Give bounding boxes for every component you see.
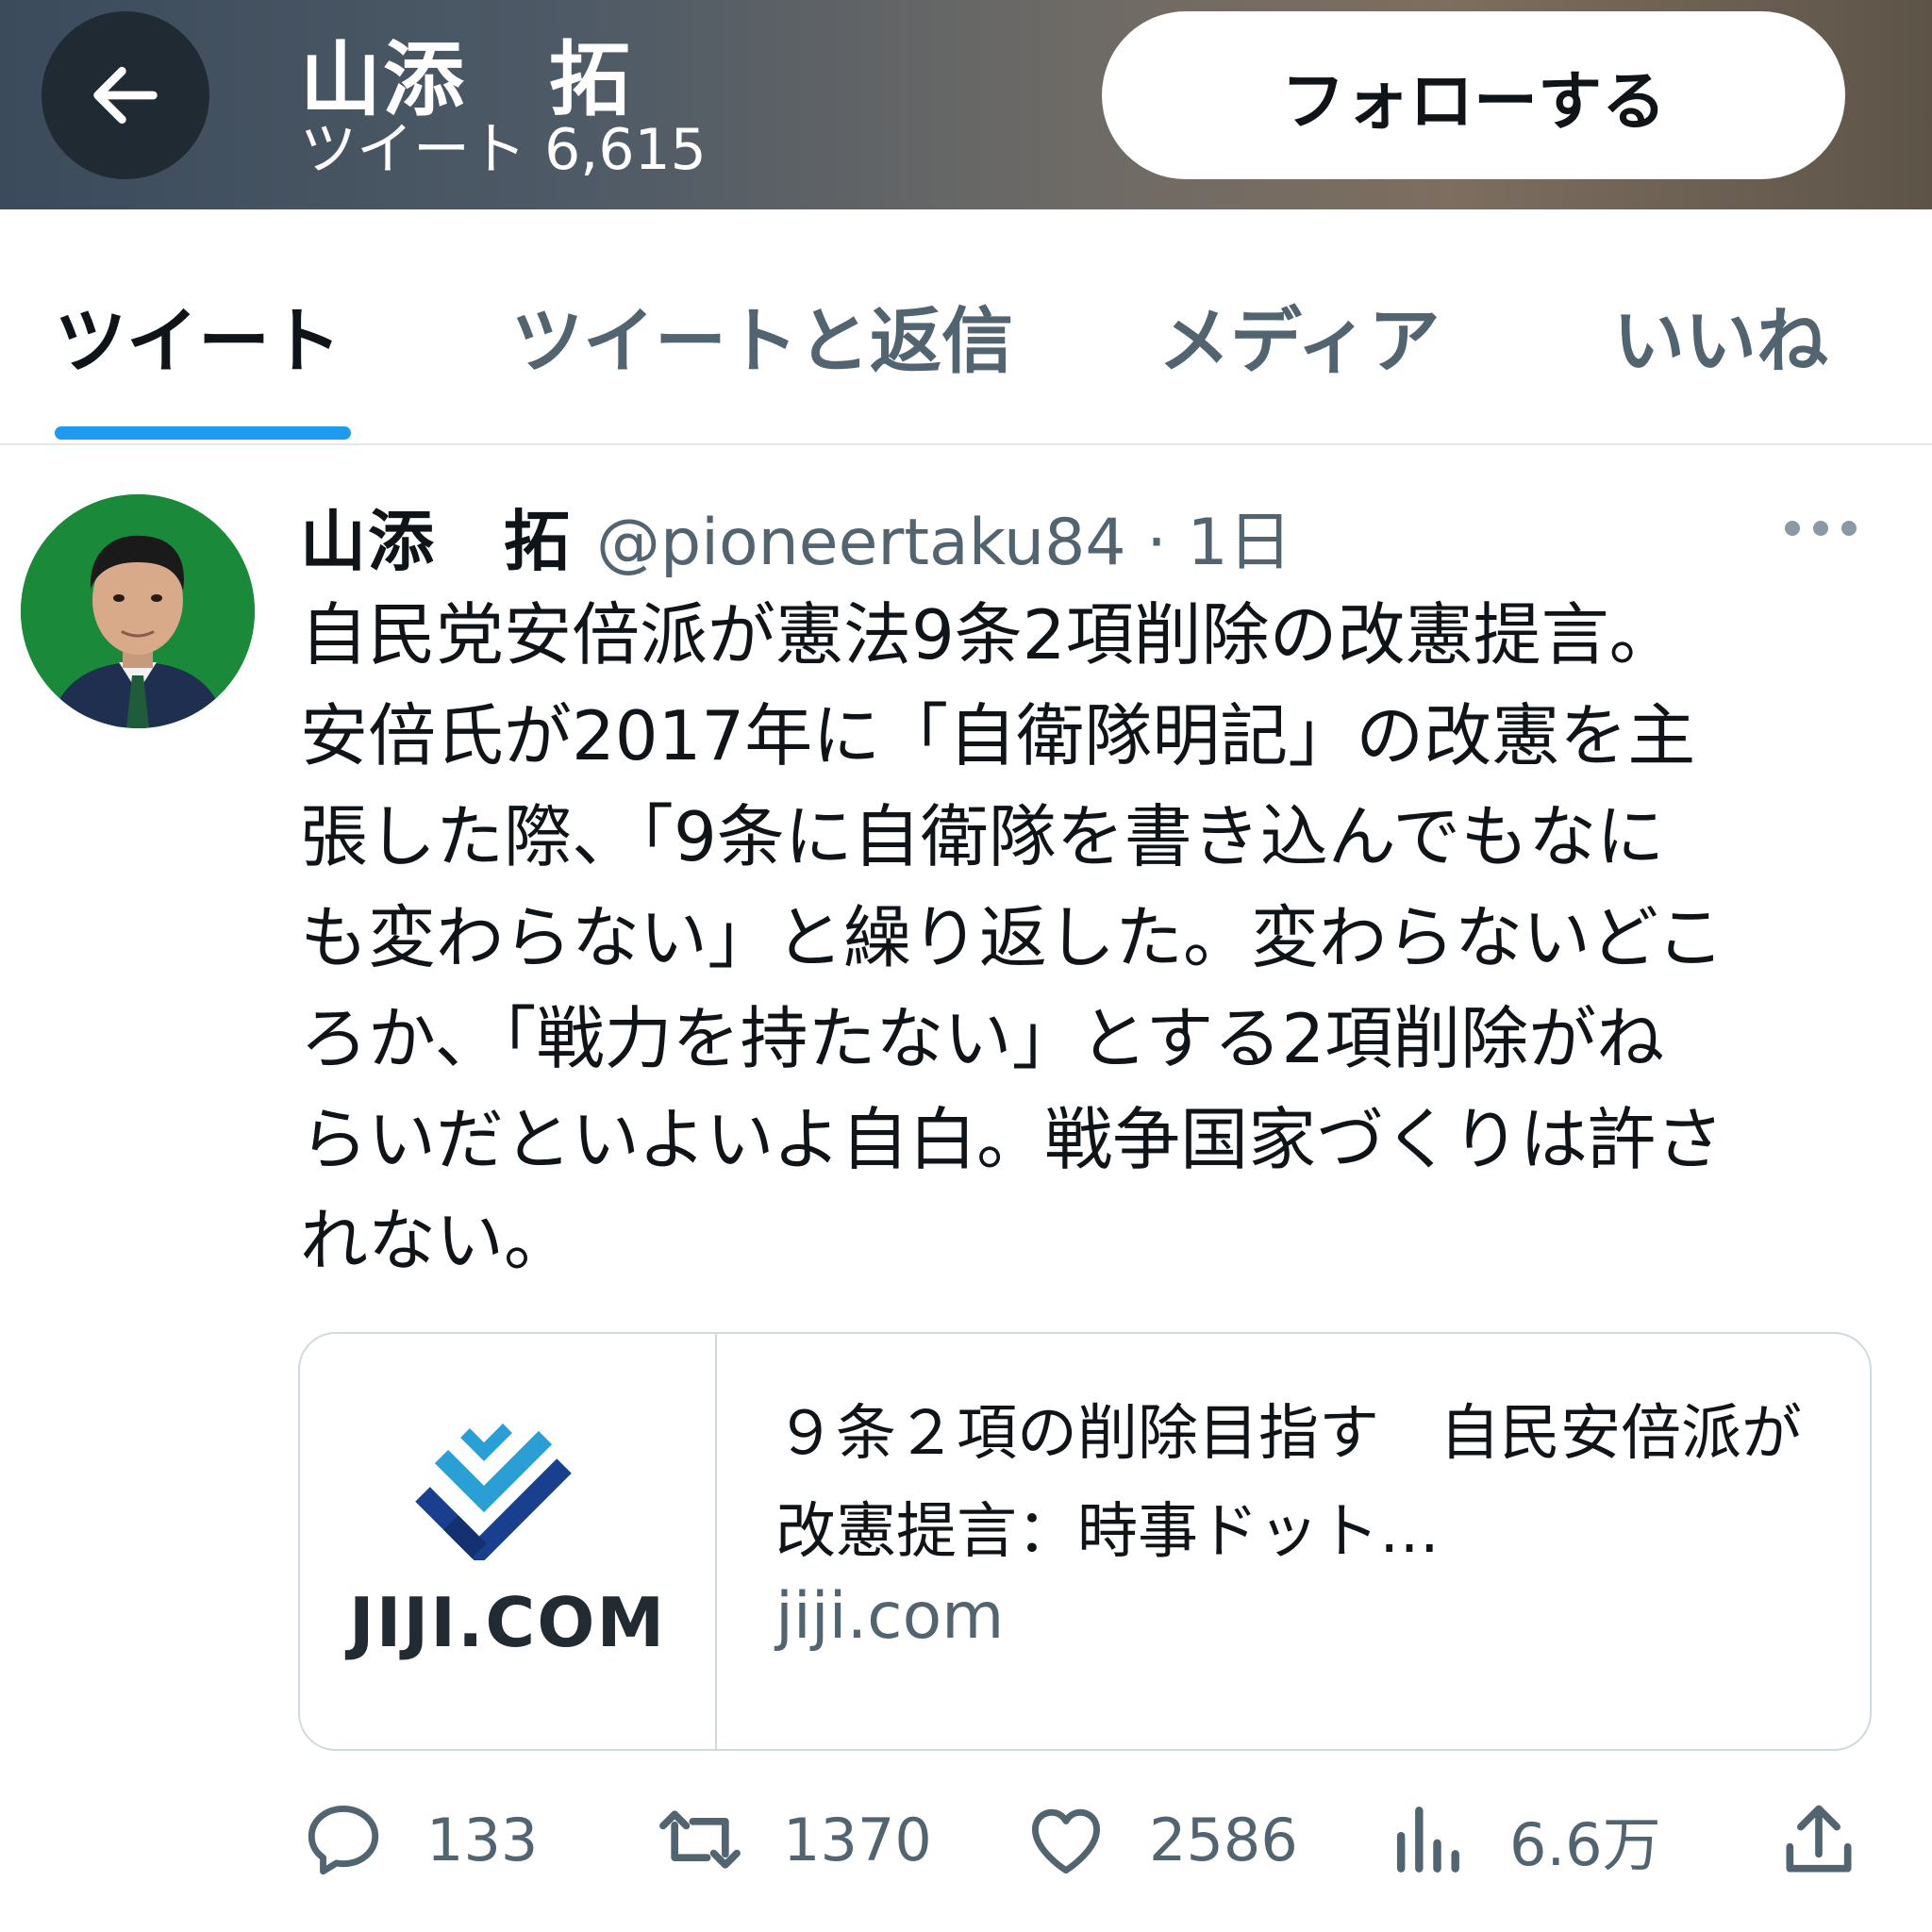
jiji-logo-icon	[415, 1424, 572, 1560]
avatar-photo	[21, 494, 255, 728]
card-title: ９条２項の削除目指す 自民安倍派が改憲提言：時事ドット…	[775, 1399, 1802, 1567]
card-logo-text: JIJI.COM	[348, 1583, 667, 1662]
retweet-button[interactable]: 1370	[657, 1792, 932, 1887]
profile-header: 山添 拓 ツイート 6,615 フォローする	[0, 0, 1932, 209]
reply-icon	[308, 1805, 379, 1875]
avatar[interactable]	[21, 494, 255, 728]
tab-tweets-and-replies[interactable]: ツイートと返信	[511, 283, 1013, 387]
like-count: 2586	[1149, 1805, 1298, 1874]
tweet-handle-and-time[interactable]: @pioneertaku84 · 1日	[596, 506, 1292, 580]
back-button[interactable]	[42, 11, 209, 179]
views-chart-icon	[1396, 1807, 1459, 1873]
share-button[interactable]	[1775, 1792, 1862, 1887]
retweet-count: 1370	[783, 1805, 932, 1874]
views-count: 6.6万	[1509, 1810, 1661, 1879]
heart-icon	[1031, 1808, 1101, 1874]
follow-button[interactable]: フォローする	[1102, 11, 1845, 179]
tweet-author-name[interactable]: 山添 拓	[300, 503, 572, 580]
tab-media[interactable]: メディア	[1158, 283, 1441, 387]
tweet-author-line: 山添 拓 @pioneertaku84 · 1日	[300, 489, 1292, 580]
tweet-text: 自民党安倍派が憲法9条2項削除の改憲提言。 安倍氏が2017年に「自衛隊明記」の…	[300, 595, 1724, 1280]
header-tweet-count: ツイート 6,615	[300, 117, 707, 183]
tab-tweets[interactable]: ツイート	[55, 283, 341, 387]
reply-count: 133	[426, 1805, 539, 1874]
share-icon	[1786, 1805, 1852, 1873]
card-domain: jiji.com	[775, 1579, 1005, 1654]
more-options-icon[interactable]	[1781, 517, 1860, 540]
link-card[interactable]: JIJI.COM ９条２項の削除目指す 自民安倍派が改憲提言：時事ドット… ji…	[298, 1332, 1872, 1751]
profile-tabs: ツイート ツイートと返信 メディア いいね	[0, 209, 1932, 443]
retweet-icon	[659, 1810, 741, 1869]
active-tab-indicator	[55, 426, 351, 440]
card-thumbnail: JIJI.COM	[300, 1334, 717, 1749]
reply-button[interactable]: 133	[300, 1792, 538, 1887]
back-arrow-icon	[93, 66, 158, 125]
tabs-divider	[0, 443, 1932, 445]
tab-likes[interactable]: いいね	[1613, 283, 1828, 387]
tweet-actions: 133 1370 2586 6.6万	[0, 1792, 1932, 1896]
views-button[interactable]: 6.6万	[1383, 1792, 1661, 1887]
like-button[interactable]: 2586	[1023, 1792, 1298, 1887]
